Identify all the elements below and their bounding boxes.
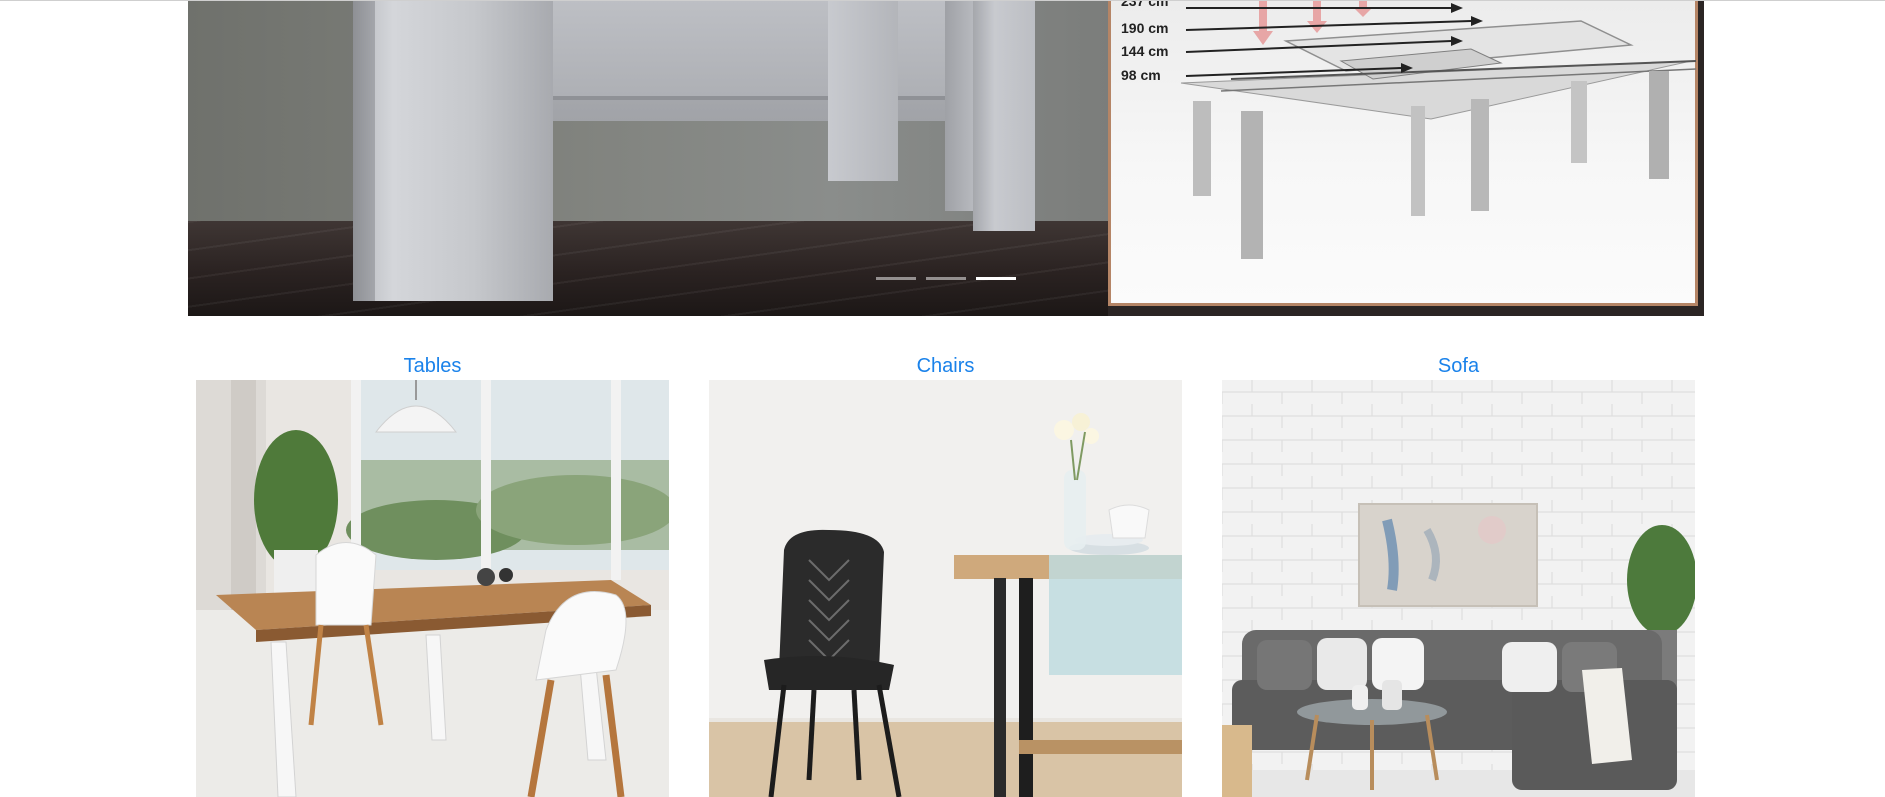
carousel-indicator-3[interactable]	[976, 277, 1016, 280]
category-card-sofa: Sofa	[1222, 352, 1695, 797]
extendable-console-photo	[188, 1, 1108, 316]
rattan-chair-photo[interactable]	[709, 380, 1182, 797]
category-link-chairs[interactable]: Chairs	[709, 352, 1182, 380]
hero-carousel[interactable]: 237 cm 190 cm 144 cm 98 cm	[188, 1, 1704, 316]
carousel-indicator-2[interactable]	[926, 277, 966, 280]
measurement-label: 144 cm	[1121, 43, 1169, 59]
category-link-tables[interactable]: Tables	[196, 352, 669, 380]
measurement-label: 98 cm	[1121, 67, 1161, 83]
extendable-table-diagram: 237 cm 190 cm 144 cm 98 cm	[1108, 1, 1698, 306]
category-card-tables: Tables	[196, 352, 669, 797]
dining-table-photo[interactable]	[196, 380, 669, 797]
sectional-sofa-photo[interactable]	[1222, 380, 1695, 797]
measurement-label: 237 cm	[1121, 1, 1169, 9]
measurement-label: 190 cm	[1121, 20, 1169, 36]
category-link-sofa[interactable]: Sofa	[1222, 352, 1695, 380]
category-card-chairs: Chairs	[709, 352, 1182, 797]
carousel-indicators	[876, 277, 1016, 280]
carousel-indicator-1[interactable]	[876, 277, 916, 280]
table-extension-illustration	[1180, 1, 1697, 259]
